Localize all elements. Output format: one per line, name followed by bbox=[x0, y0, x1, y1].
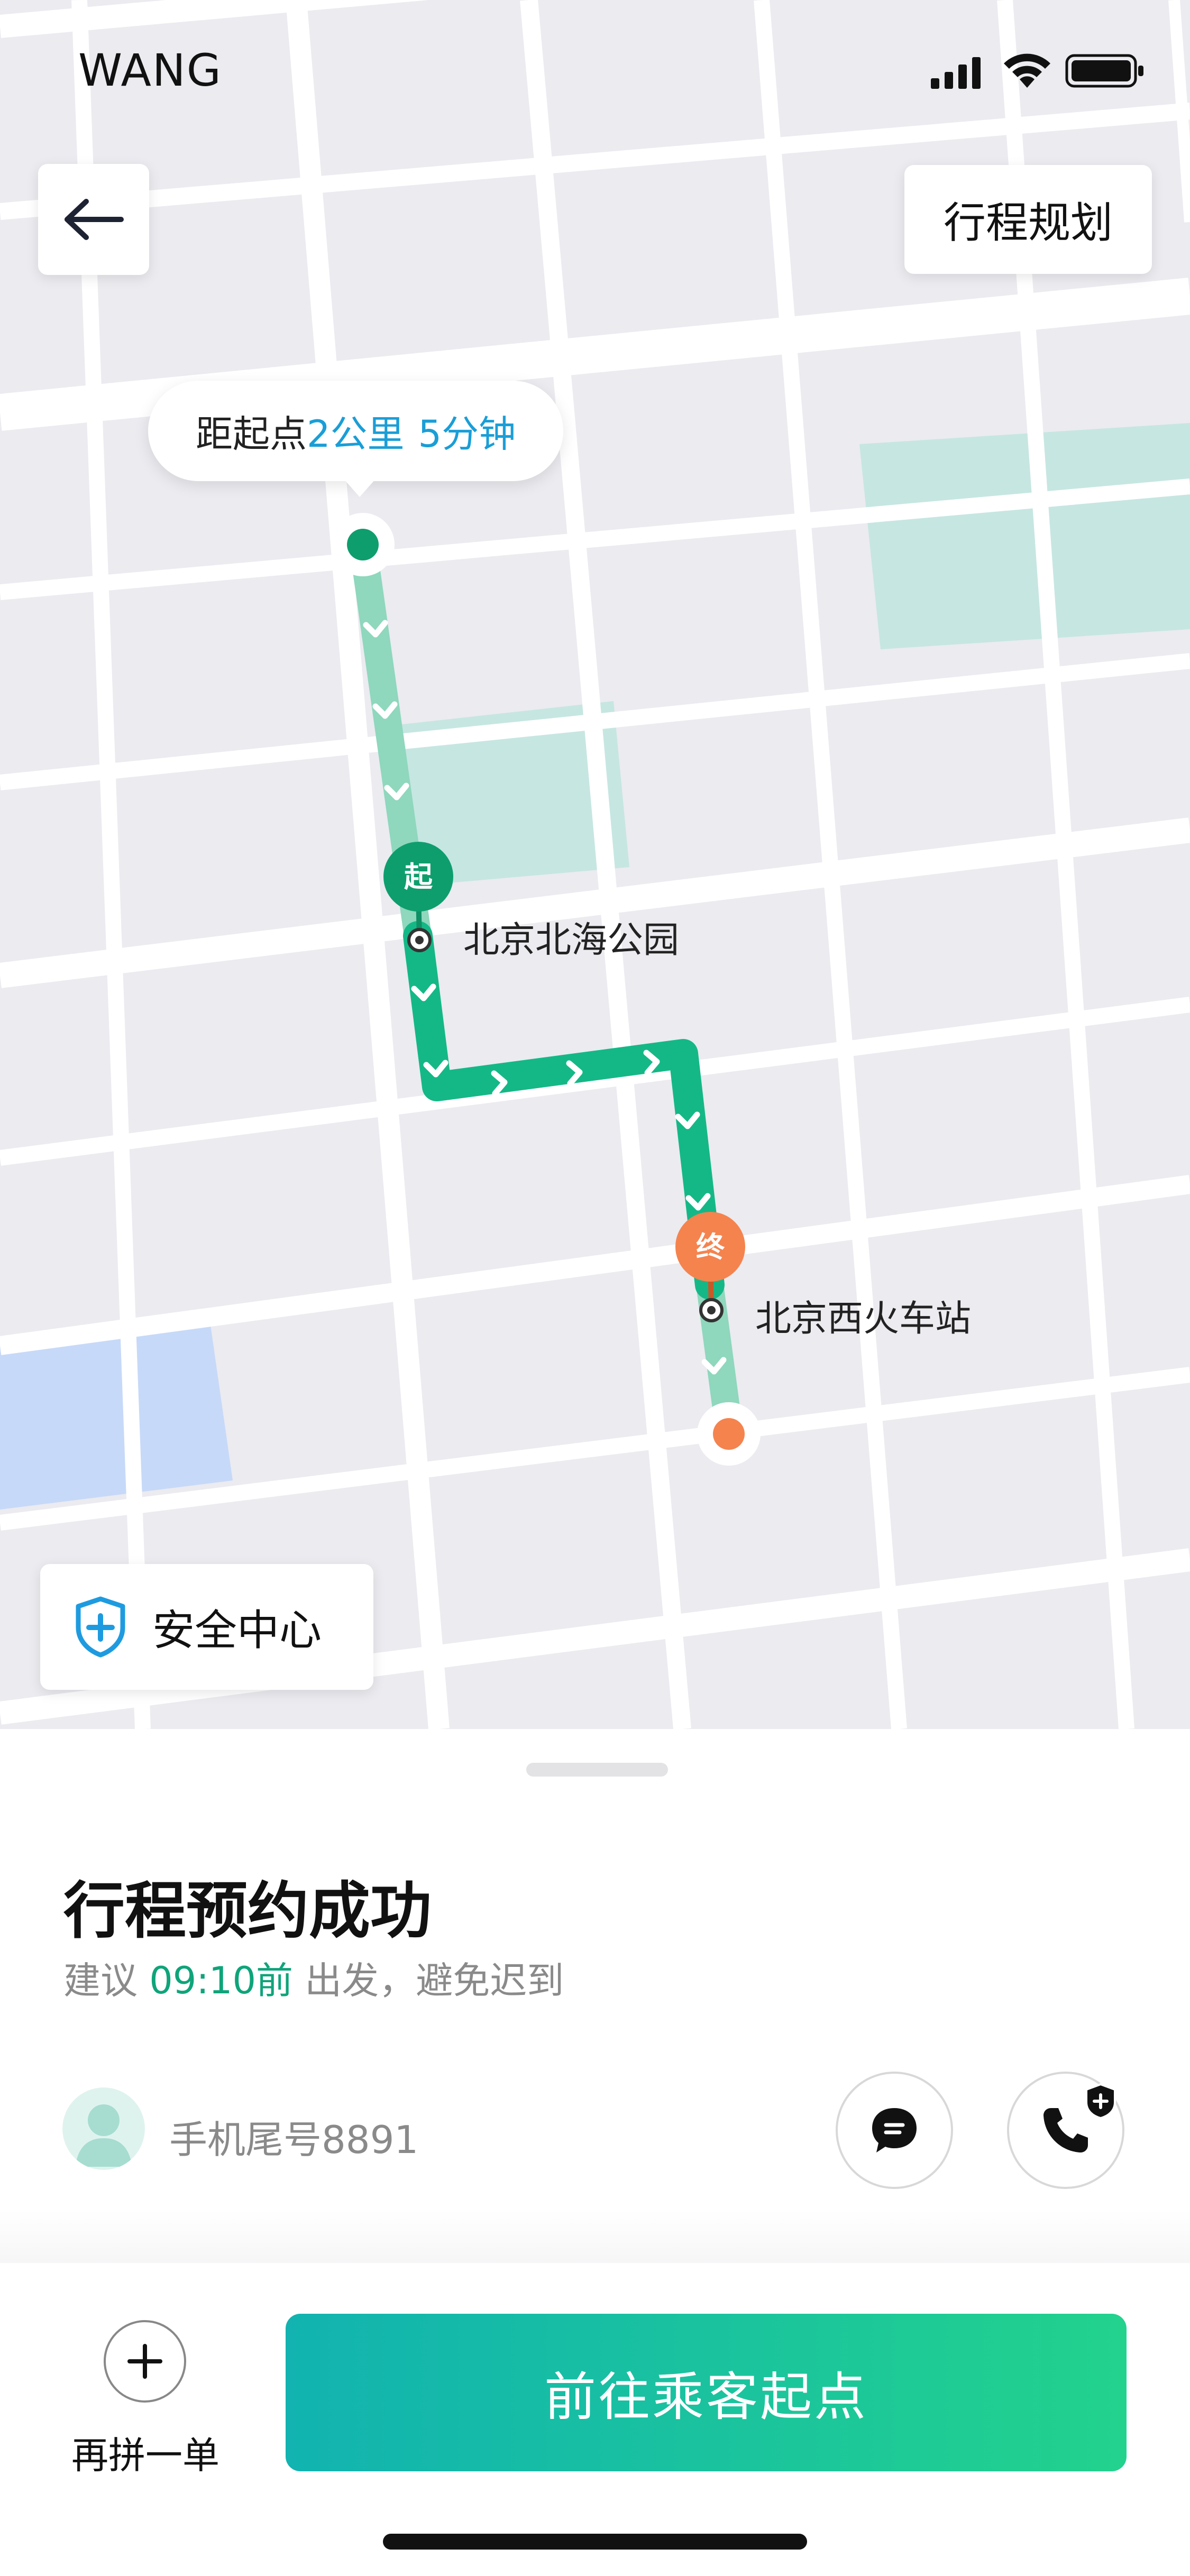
current-location-marker bbox=[331, 513, 395, 576]
back-arrow-icon bbox=[65, 199, 124, 240]
call-button[interactable] bbox=[1007, 2072, 1124, 2189]
signal-icon bbox=[931, 57, 981, 89]
message-icon bbox=[872, 2108, 917, 2152]
safety-center-label: 安全中心 bbox=[152, 1606, 322, 1655]
wifi-icon bbox=[1004, 53, 1050, 88]
back-button[interactable] bbox=[38, 164, 149, 275]
departure-advice: 建议 09:10前 出发，避免迟到 bbox=[63, 1951, 564, 2004]
advice-prefix: 建议 bbox=[63, 1959, 138, 2002]
start-marker-label: 起 bbox=[404, 860, 433, 894]
trip-plan-button[interactable]: 行程规划 bbox=[904, 165, 1152, 274]
duration-value: 5分钟 bbox=[418, 412, 516, 456]
start-place-name: 北京北海公园 bbox=[463, 919, 680, 961]
passenger-avatar bbox=[62, 2087, 145, 2170]
go-to-pickup-button[interactable]: 前往乘客起点 bbox=[286, 2314, 1127, 2471]
distance-value: 2公里 bbox=[307, 412, 405, 456]
destination-dot bbox=[697, 1402, 761, 1466]
depart-time: 09:10前 bbox=[149, 1959, 293, 2002]
secure-call-badge-icon bbox=[1085, 2083, 1116, 2119]
map-park-block bbox=[859, 423, 1190, 649]
add-another-order-label[interactable]: 再拼一单 bbox=[63, 2426, 227, 2479]
end-marker-label: 终 bbox=[696, 1230, 725, 1264]
plus-icon bbox=[127, 2344, 162, 2379]
home-indicator[interactable] bbox=[383, 2534, 807, 2550]
advice-suffix: 出发，避免迟到 bbox=[305, 1959, 564, 2002]
battery-icon bbox=[1065, 54, 1143, 88]
distance-bubble: 距起点 2公里 5分钟 bbox=[148, 381, 564, 497]
distance-prefix: 距起点 bbox=[196, 412, 307, 456]
sheet-drag-handle[interactable] bbox=[526, 1763, 668, 1777]
trip-status-title: 行程预约成功 bbox=[63, 1875, 432, 1947]
safety-center-button[interactable]: 安全中心 bbox=[40, 1564, 373, 1690]
end-place-name: 北京西火车站 bbox=[755, 1298, 972, 1340]
message-button[interactable] bbox=[836, 2072, 953, 2189]
bubble-tail bbox=[344, 479, 376, 497]
add-another-order-button[interactable] bbox=[104, 2320, 186, 2403]
passenger-phone-tail: 手机尾号8891 bbox=[169, 2118, 419, 2162]
status-bar: WANG bbox=[0, 0, 1190, 148]
carrier-name: WANG bbox=[78, 44, 222, 96]
shield-plus-icon bbox=[74, 1596, 127, 1658]
sheet-divider-fade bbox=[0, 2210, 1190, 2263]
